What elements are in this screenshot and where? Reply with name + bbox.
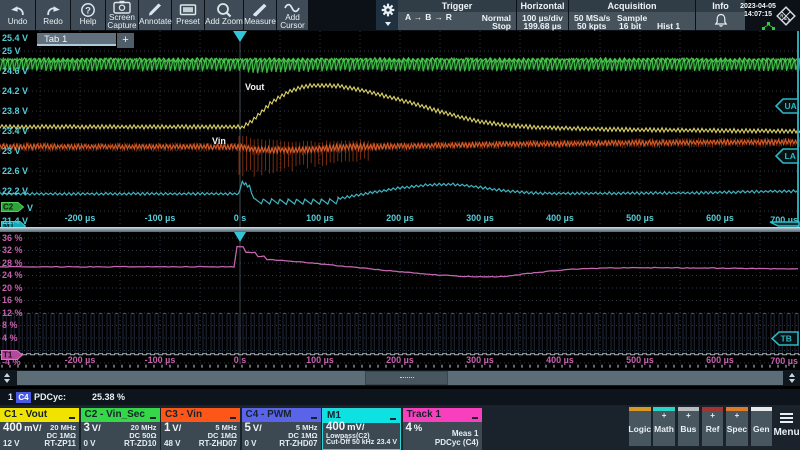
svg-text:C2: C2 bbox=[3, 203, 14, 212]
svg-text:S: S bbox=[788, 18, 791, 23]
svg-text:?: ? bbox=[85, 5, 91, 16]
svg-text:UA: UA bbox=[785, 101, 797, 111]
svg-text:T1: T1 bbox=[3, 351, 13, 360]
svg-text:TB: TB bbox=[781, 334, 792, 344]
svg-text:LA: LA bbox=[785, 151, 796, 161]
